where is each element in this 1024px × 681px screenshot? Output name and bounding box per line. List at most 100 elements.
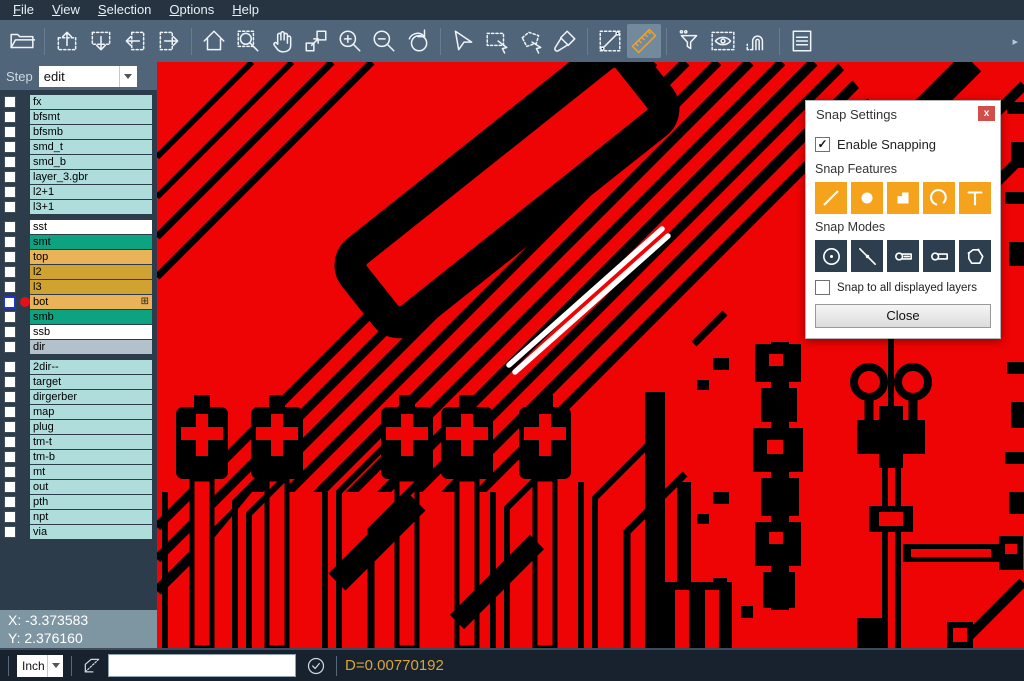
layer-row-l3+1[interactable]: l3+1 <box>0 200 157 214</box>
layer-name[interactable]: smd_b <box>30 155 152 169</box>
shift-up-button[interactable] <box>50 24 84 58</box>
transform-button[interactable] <box>299 24 333 58</box>
layer-visibility-checkbox[interactable] <box>4 451 16 463</box>
zoom-area-button[interactable] <box>231 24 265 58</box>
measure-line-button[interactable] <box>593 24 627 58</box>
layer-name[interactable]: dir <box>30 340 152 354</box>
pcb-canvas[interactable]: Snap Settings x ✓ Enable Snapping Snap F… <box>157 62 1024 648</box>
step-select[interactable]: edit <box>39 66 137 87</box>
layer-visibility-checkbox[interactable] <box>4 221 16 233</box>
layer-visibility-checkbox[interactable] <box>4 326 16 338</box>
layer-visibility-checkbox[interactable] <box>4 341 16 353</box>
layer-name[interactable]: bot⊞ <box>30 295 152 309</box>
layer-visibility-checkbox[interactable] <box>4 141 16 153</box>
zoom-undo-button[interactable] <box>401 24 435 58</box>
layer-row-plug[interactable]: plug <box>0 420 157 434</box>
menu-file[interactable]: File <box>4 0 43 20</box>
filter-button[interactable] <box>672 24 706 58</box>
close-icon[interactable]: x <box>978 106 995 121</box>
layer-visibility-checkbox[interactable] <box>4 111 16 123</box>
close-button[interactable]: Close <box>815 304 991 328</box>
layer-row-smd_b[interactable]: smd_b <box>0 155 157 169</box>
snap-mode-line-point-button[interactable] <box>851 240 883 272</box>
layer-name[interactable]: via <box>30 525 152 539</box>
layer-name[interactable]: bfsmt <box>30 110 152 124</box>
layer-name[interactable]: out <box>30 480 152 494</box>
menu-selection[interactable]: Selection <box>89 0 160 20</box>
layer-visibility-checkbox[interactable] <box>4 391 16 403</box>
layer-name[interactable]: sst <box>30 220 152 234</box>
layer-visibility-checkbox[interactable] <box>4 311 16 323</box>
clean-brush-button[interactable] <box>548 24 582 58</box>
layer-name[interactable]: l2 <box>30 265 152 279</box>
layer-name[interactable]: pth <box>30 495 152 509</box>
snap-mode-slot-end-button[interactable] <box>923 240 955 272</box>
layer-row-l2[interactable]: l2 <box>0 265 157 279</box>
layer-name[interactable]: npt <box>30 510 152 524</box>
layer-name[interactable]: 2dir-- <box>30 360 152 374</box>
corner-angle-icon[interactable] <box>80 654 104 678</box>
layer-row-bfsmb[interactable]: bfsmb <box>0 125 157 139</box>
layer-row-mt[interactable]: mt <box>0 465 157 479</box>
layer-visibility-checkbox[interactable] <box>4 201 16 213</box>
select-poly-button[interactable] <box>514 24 548 58</box>
layer-row-target[interactable]: target <box>0 375 157 389</box>
layer-visibility-checkbox[interactable] <box>4 526 16 538</box>
layer-row-sst[interactable]: sst <box>0 220 157 234</box>
layer-name[interactable]: l3 <box>30 280 152 294</box>
snap-mode-slot-center-button[interactable] <box>887 240 919 272</box>
layer-visibility-checkbox[interactable] <box>4 281 16 293</box>
enable-snapping-checkbox[interactable]: ✓ <box>815 137 830 152</box>
snap-feature-pad-shape-button[interactable] <box>887 182 919 214</box>
toolbar-overflow-arrow[interactable]: ▸ <box>1012 35 1018 48</box>
layer-name[interactable]: plug <box>30 420 152 434</box>
zoom-out-button[interactable] <box>367 24 401 58</box>
snap-magnet-button[interactable] <box>740 24 774 58</box>
layer-visibility-checkbox[interactable] <box>4 406 16 418</box>
layer-row-bot[interactable]: bot⊞ <box>0 295 157 309</box>
layer-row-via[interactable]: via <box>0 525 157 539</box>
layer-visibility-checkbox[interactable] <box>4 436 16 448</box>
layer-row-tm-t[interactable]: tm-t <box>0 435 157 449</box>
layer-name[interactable]: ssb <box>30 325 152 339</box>
layer-visibility-checkbox[interactable] <box>4 376 16 388</box>
menu-view[interactable]: View <box>43 0 89 20</box>
snap-feature-line-button[interactable] <box>815 182 847 214</box>
snap-feature-text-button[interactable] <box>959 182 991 214</box>
layer-visibility-checkbox[interactable] <box>4 126 16 138</box>
layer-name[interactable]: tm-t <box>30 435 152 449</box>
layer-row-map[interactable]: map <box>0 405 157 419</box>
layer-visibility-checkbox[interactable] <box>4 421 16 433</box>
layer-name[interactable]: map <box>30 405 152 419</box>
snap-feature-pad-round-button[interactable] <box>851 182 883 214</box>
layer-row-top[interactable]: top <box>0 250 157 264</box>
measure-input[interactable] <box>108 654 296 677</box>
snap-feature-arc-button[interactable] <box>923 182 955 214</box>
layer-row-l3[interactable]: l3 <box>0 280 157 294</box>
layer-row-dirgerber[interactable]: dirgerber <box>0 390 157 404</box>
layer-name[interactable]: bfsmb <box>30 125 152 139</box>
menu-help[interactable]: Help <box>223 0 268 20</box>
layer-row-layer_3.gbr[interactable]: layer_3.gbr <box>0 170 157 184</box>
layer-visibility-checkbox[interactable] <box>4 481 16 493</box>
shift-down-button[interactable] <box>84 24 118 58</box>
sync-check-icon[interactable] <box>304 654 328 678</box>
layer-name[interactable]: layer_3.gbr <box>30 170 152 184</box>
layer-visibility-checkbox[interactable] <box>4 96 16 108</box>
ruler-button[interactable] <box>627 24 661 58</box>
layer-visibility-checkbox[interactable] <box>4 156 16 168</box>
layer-row-smb[interactable]: smb <box>0 310 157 324</box>
zoom-in-button[interactable] <box>333 24 367 58</box>
layer-visibility-checkbox[interactable] <box>4 496 16 508</box>
layer-row-bfsmt[interactable]: bfsmt <box>0 110 157 124</box>
menu-options[interactable]: Options <box>160 0 223 20</box>
layer-name[interactable]: fx <box>30 95 152 109</box>
layer-name[interactable]: smd_t <box>30 140 152 154</box>
layer-row-dir[interactable]: dir <box>0 340 157 354</box>
layer-visibility-checkbox[interactable] <box>3 296 16 309</box>
home-button[interactable] <box>197 24 231 58</box>
view-eye-button[interactable] <box>706 24 740 58</box>
layer-visibility-checkbox[interactable] <box>4 511 16 523</box>
layer-row-ssb[interactable]: ssb <box>0 325 157 339</box>
layer-row-tm-b[interactable]: tm-b <box>0 450 157 464</box>
